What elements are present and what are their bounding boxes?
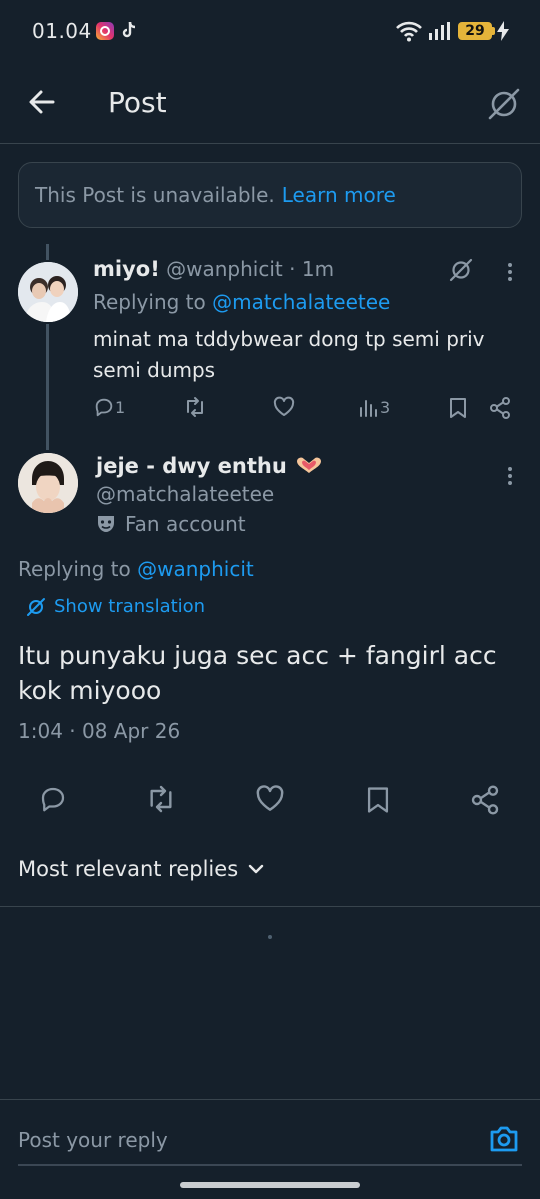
like-button[interactable] xyxy=(254,784,286,814)
post-time: · 1m xyxy=(289,257,335,281)
display-name[interactable]: miyo! xyxy=(93,257,160,281)
reply-count: 1 xyxy=(115,397,126,417)
avatar[interactable] xyxy=(18,453,78,513)
bookmark-icon xyxy=(364,784,392,816)
charging-icon xyxy=(497,21,509,41)
replies-sort-dropdown[interactable]: Most relevant replies xyxy=(18,857,264,881)
handle[interactable]: @wanphicit xyxy=(166,257,283,281)
share-icon xyxy=(470,784,500,816)
show-translation-button[interactable]: Show translation xyxy=(26,596,205,617)
instagram-icon xyxy=(96,22,114,40)
post-text: Itu punyaku juga sec acc + fangirl acc k… xyxy=(18,641,497,705)
bookmark-button[interactable] xyxy=(447,396,469,420)
main-post-name[interactable]: jeje - dwy enthu xyxy=(96,454,324,478)
composer-divider xyxy=(0,1099,540,1100)
reply-text: minat ma tddybwear dong tp semi priv sem… xyxy=(93,327,485,382)
handle[interactable]: @matchalateetee xyxy=(96,482,274,506)
fan-account-label: Fan account xyxy=(96,512,246,536)
translate-globe-icon[interactable] xyxy=(449,258,473,282)
avatar[interactable] xyxy=(18,262,78,322)
share-icon xyxy=(489,396,511,420)
repost-button[interactable] xyxy=(145,784,177,814)
display-name[interactable]: jeje - dwy enthu xyxy=(96,454,287,478)
learn-more-link[interactable]: Learn more xyxy=(282,183,396,207)
back-arrow-icon[interactable] xyxy=(28,88,56,116)
thread-line xyxy=(46,324,49,450)
replying-to: Replying to @wanphicit xyxy=(18,557,254,581)
replies-sort-label[interactable]: Most relevant replies xyxy=(18,857,238,881)
heart-icon xyxy=(254,784,286,814)
section-divider xyxy=(0,906,540,907)
battery-tip xyxy=(492,27,495,35)
repost-button[interactable] xyxy=(183,396,207,418)
chevron-down-icon xyxy=(248,864,264,874)
wifi-icon xyxy=(395,20,423,42)
bookmark-icon xyxy=(447,396,469,420)
reply-input-underline xyxy=(18,1164,522,1166)
tiktok-icon xyxy=(121,21,137,39)
account-label: Fan account xyxy=(125,512,246,536)
notice-text: This Post is unavailable. xyxy=(35,183,275,207)
replying-to-handle[interactable]: @wanphicit xyxy=(137,557,254,581)
more-options-icon[interactable] xyxy=(500,262,520,282)
home-indicator[interactable] xyxy=(180,1182,360,1188)
replying-to-handle[interactable]: @matchalateetee xyxy=(212,290,390,314)
page-title: Post xyxy=(108,86,167,119)
reply-button[interactable] xyxy=(38,784,68,814)
status-time: 01.04 xyxy=(32,19,92,43)
replying-to: Replying to @matchalateetee xyxy=(93,290,391,314)
thread-line xyxy=(46,244,49,260)
bookmark-button[interactable] xyxy=(364,784,392,816)
reply-input[interactable] xyxy=(18,1124,458,1156)
views-button[interactable]: 3 xyxy=(358,396,390,418)
translate-globe-icon[interactable] xyxy=(487,87,521,121)
post-timestamp: 1:04 · 08 Apr 26 xyxy=(18,719,181,743)
reply-button[interactable]: 1 xyxy=(93,396,125,418)
reply-header: miyo! @wanphicit · 1m xyxy=(93,257,334,281)
loading-indicator xyxy=(268,935,272,939)
share-button[interactable] xyxy=(470,784,500,816)
repost-icon xyxy=(145,784,177,814)
header-divider xyxy=(0,143,540,144)
reply-icon xyxy=(93,396,115,418)
heart-hands-emoji xyxy=(294,456,324,476)
show-translation-label[interactable]: Show translation xyxy=(54,596,205,617)
views-count: 3 xyxy=(380,397,391,417)
repost-icon xyxy=(183,396,207,418)
signal-icon xyxy=(429,22,451,40)
more-options-icon[interactable] xyxy=(500,466,520,486)
reply-icon xyxy=(38,784,68,814)
theater-mask-icon xyxy=(96,514,116,534)
camera-icon[interactable] xyxy=(488,1124,520,1154)
translate-globe-icon xyxy=(27,597,45,616)
unavailable-notice: This Post is unavailable. Learn more xyxy=(18,162,522,228)
views-icon xyxy=(358,396,380,418)
share-button[interactable] xyxy=(489,396,511,420)
like-button[interactable] xyxy=(272,396,296,418)
battery-icon: 29 xyxy=(458,22,492,40)
heart-icon xyxy=(272,396,296,418)
